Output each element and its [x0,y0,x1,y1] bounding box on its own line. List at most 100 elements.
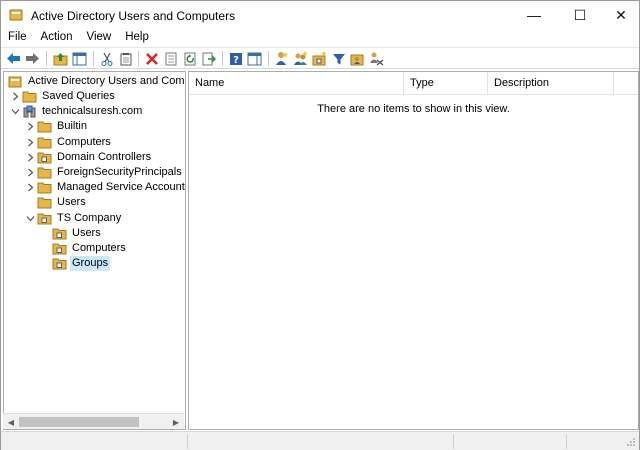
menu-file[interactable]: File [1,29,34,47]
column-header-type[interactable]: Type [404,72,488,94]
new-ou-icon[interactable] [311,50,328,67]
tree-item-label: Domain Controllers [57,150,152,163]
menu-view[interactable]: View [80,29,119,47]
resize-grip-icon[interactable] [626,437,636,447]
folder-icon [36,195,52,210]
folder-icon [36,180,52,195]
tree-root-label: Active Directory Users and Computers [28,75,185,87]
tree-item-label: Builtin [57,120,87,133]
chevron-right-icon[interactable] [24,180,36,195]
new-user-icon[interactable] [273,50,290,67]
delete-icon[interactable] [143,50,160,67]
new-group-icon[interactable] [292,50,309,67]
copy-icon[interactable] [117,50,134,67]
chevron-down-icon[interactable] [24,211,36,226]
app-window: Active Directory Users and Computers — ☐… [0,0,640,450]
tree-item-users[interactable]: Users [39,226,103,241]
tree-item-label: Computers [57,135,111,148]
chevron-right-icon[interactable] [24,135,36,150]
scroll-left-icon[interactable]: ◀ [4,416,18,428]
toolbar-separator [268,51,269,66]
tree-item-computers[interactable]: Computers [24,135,113,150]
filter-icon[interactable] [330,50,347,67]
maximize-button[interactable]: ☐ [557,1,603,29]
folder-icon [36,119,52,134]
toolbar-separator [46,51,47,66]
tree-item-label: Managed Service Accounts [57,181,186,194]
toolbar-separator [93,51,94,66]
tree-root[interactable]: Active Directory Users and Computers [7,74,185,89]
tree-item-label: technicalsuresh.com [42,105,143,118]
console-tree-pane[interactable]: Active Directory Users and Computers Sav… [3,71,186,430]
organizational-unit-icon [51,226,67,241]
delegate-control-icon[interactable] [368,50,385,67]
window-title: Active Directory Users and Computers [31,9,236,23]
tree-item-domain-controllers[interactable]: Domain Controllers [24,150,153,165]
svg-text:?: ? [233,55,239,66]
status-bar [1,431,639,450]
organizational-unit-icon [51,241,67,256]
tree-item-saved-queries[interactable]: Saved Queries [9,89,117,104]
title-bar: Active Directory Users and Computers — ☐… [1,1,639,29]
tree-item-foreignsecurityprincipals[interactable]: ForeignSecurityPrincipals [24,165,184,180]
refresh-icon[interactable] [181,50,198,67]
export-list-icon[interactable] [200,50,217,67]
organizational-unit-icon [51,256,67,271]
minimize-button[interactable]: — [511,1,557,29]
column-header-description[interactable]: Description [488,72,614,94]
tree-item-managed-service-accounts[interactable]: Managed Service Accounts [24,180,186,195]
column-header-name[interactable]: Name [189,72,404,94]
chevron-right-icon[interactable] [9,89,21,104]
tree-item-label: Saved Queries [42,90,115,102]
tree-item-label: Computers [72,242,126,254]
forward-arrow-icon[interactable] [24,50,41,67]
chevron-right-icon[interactable] [24,165,36,180]
tree-item-computers[interactable]: Computers [39,241,128,256]
folder-icon [21,89,37,104]
status-divider [566,434,567,449]
organizational-unit-icon [36,211,52,226]
chevron-right-icon[interactable] [24,150,36,165]
organizational-unit-icon [36,150,52,165]
domain-icon [21,104,37,119]
header-divider [189,94,638,95]
menu-action[interactable]: Action [34,29,80,47]
chevron-right-icon[interactable] [24,119,36,134]
scroll-right-icon[interactable]: ▶ [169,416,183,428]
action-pane-icon[interactable] [246,50,263,67]
tree-item-label: Groups [70,256,111,272]
properties-icon[interactable] [162,50,179,67]
add-to-group-icon[interactable] [349,50,366,67]
up-folder-icon[interactable] [52,50,69,67]
tree-item-label: ForeignSecurityPrincipals [57,166,182,178]
tree-item-label: Users [57,196,86,209]
folder-icon [36,135,52,150]
help-icon[interactable]: ? [227,50,244,67]
tree-item-users[interactable]: Users [24,195,88,210]
chevron-down-icon[interactable] [9,104,21,119]
tree-item-ts-company[interactable]: TS Company [24,211,123,226]
tree-item-groups[interactable]: Groups [39,256,111,272]
close-button[interactable]: ✕ [603,1,639,29]
aduc-app-icon [9,9,23,21]
tree-item-technicalsuresh-com[interactable]: technicalsuresh.com [9,104,144,119]
details-list-pane[interactable]: Name Type Description There are no items… [188,71,639,430]
menu-help[interactable]: Help [118,29,156,47]
back-arrow-icon[interactable] [5,50,22,67]
toolbar-separator [222,51,223,66]
cut-icon[interactable] [98,50,115,67]
tree-horizontal-scrollbar[interactable]: ◀ ▶ [3,413,184,429]
tree-item-label: TS Company [57,211,122,224]
toolbar-separator [138,51,139,66]
status-divider [187,434,188,449]
empty-list-message: There are no items to show in this view. [317,103,510,115]
tree-item-builtin[interactable]: Builtin [24,119,89,134]
scrollbar-thumb[interactable] [19,417,139,427]
folder-icon [36,165,52,180]
tree-item-label: Users [72,226,101,239]
show-console-tree-icon[interactable] [71,50,88,67]
